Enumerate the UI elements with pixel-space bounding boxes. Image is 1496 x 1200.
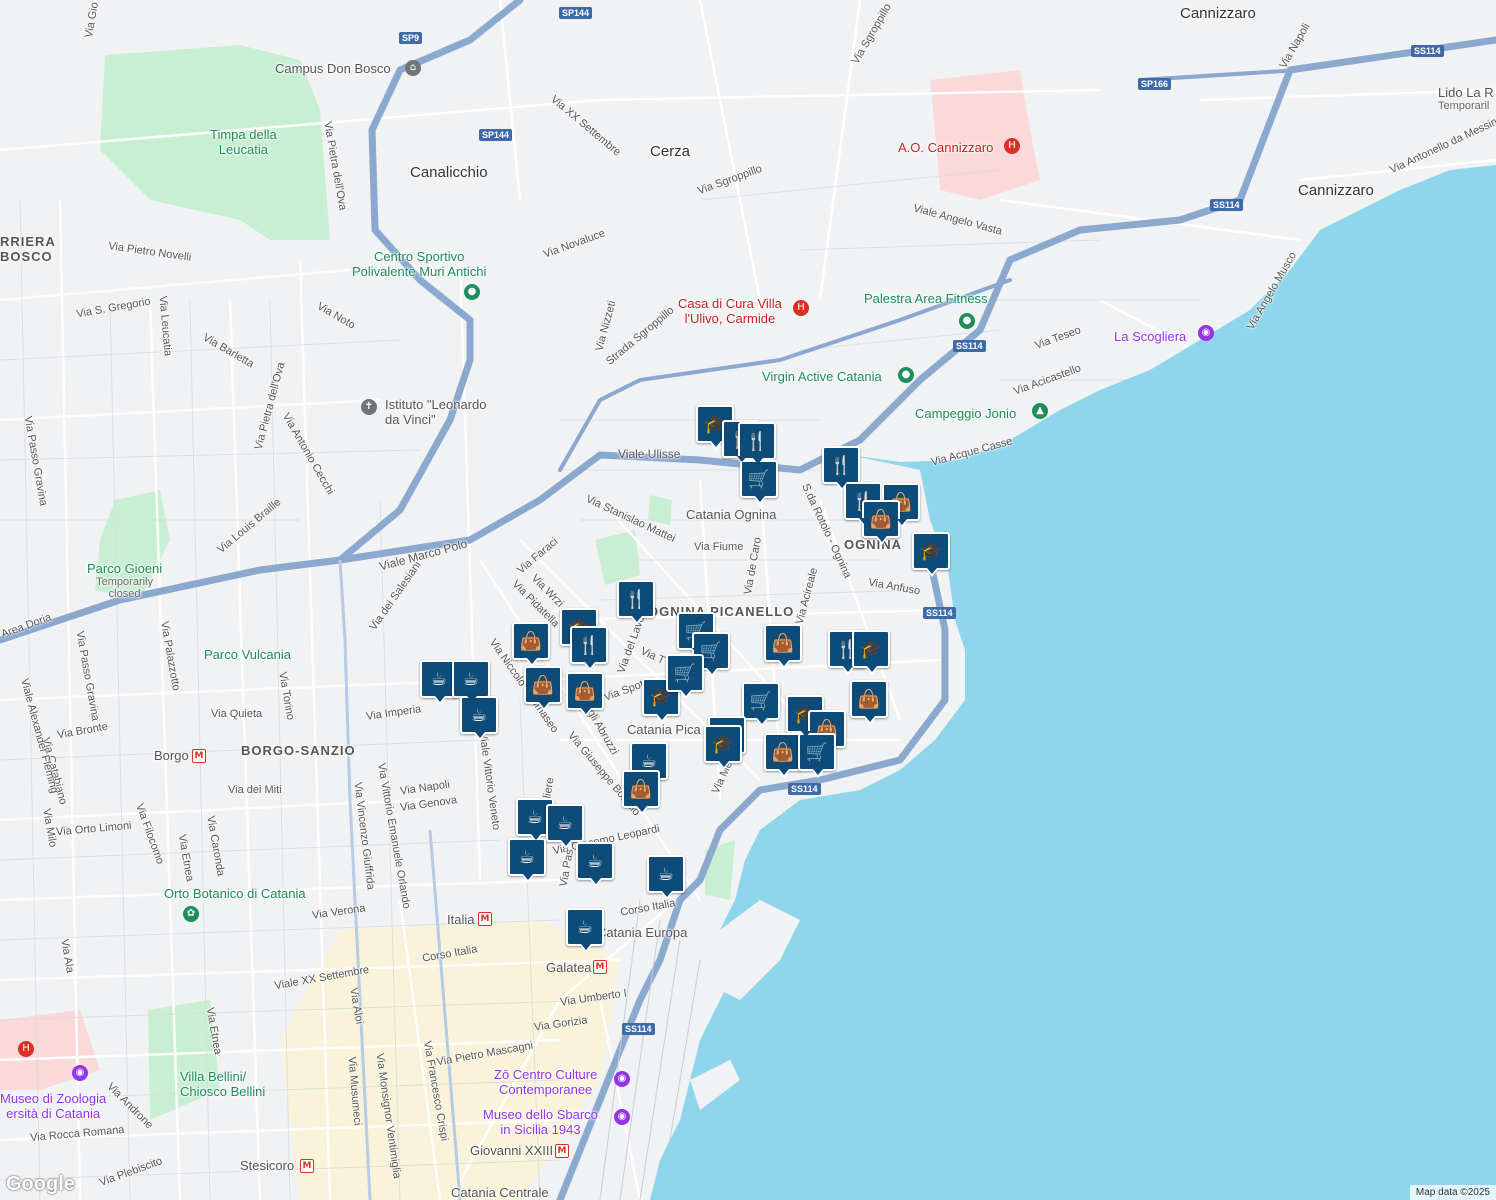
school-icon: 🎓 <box>919 540 943 562</box>
shopping-bag-icon: 👜 <box>869 508 893 530</box>
route-shield: SP144 <box>479 129 513 141</box>
restaurant-marker[interactable]: 🍴 <box>822 446 860 491</box>
campground-icon: ▲ <box>1032 403 1048 419</box>
coffee-icon: ☕ <box>526 806 544 828</box>
route-shield: SP9 <box>399 32 423 44</box>
shopping-bag-marker[interactable]: 👜 <box>566 672 604 717</box>
museum-icon: ◉ <box>614 1109 630 1125</box>
shopping-cart-marker[interactable]: 🛒 <box>742 682 780 727</box>
shopping-bag-marker[interactable]: 👜 <box>850 680 888 725</box>
shopping-cart-icon: 🛒 <box>747 468 771 490</box>
coffee-marker[interactable]: ☕ <box>576 842 614 887</box>
hospital-icon: H <box>793 300 809 316</box>
coffee-icon: ☕ <box>586 850 604 872</box>
school-marker[interactable]: 🎓 <box>912 532 950 577</box>
coffee-marker[interactable]: ☕ <box>460 696 498 741</box>
route-shield: SS114 <box>1210 199 1243 211</box>
metro-icon: M <box>555 1144 569 1158</box>
coffee-marker[interactable]: ☕ <box>452 660 490 705</box>
shopping-bag-icon: 👜 <box>531 674 555 696</box>
hospital-icon: H <box>18 1041 34 1057</box>
map-attribution[interactable]: Map data ©2025 <box>1409 1185 1496 1200</box>
coffee-marker[interactable]: ☕ <box>508 838 546 883</box>
shopping-cart-marker[interactable]: 🛒 <box>666 654 704 699</box>
gym-icon: ● <box>959 313 975 329</box>
shopping-bag-icon: 👜 <box>771 632 795 654</box>
route-shield: SP166 <box>1138 78 1172 90</box>
shopping-cart-marker[interactable]: 🛒 <box>740 460 778 505</box>
route-shield: SS114 <box>953 340 986 352</box>
shopping-bag-icon: 👜 <box>519 630 543 652</box>
route-shield: SS114 <box>622 1023 655 1035</box>
coffee-marker[interactable]: ☕ <box>566 908 604 953</box>
shopping-bag-icon: 👜 <box>857 688 881 710</box>
museum-icon: ◉ <box>72 1065 88 1081</box>
shopping-bag-marker[interactable]: 👜 <box>622 770 660 815</box>
garden-icon: ✿ <box>183 906 199 922</box>
map-canvas[interactable] <box>0 0 1496 1200</box>
restaurant-icon: 🍴 <box>745 430 769 452</box>
coffee-icon: ☕ <box>430 668 448 690</box>
sports-icon: ● <box>464 284 480 300</box>
coffee-icon: ☕ <box>556 812 574 834</box>
shopping-cart-icon: 🛒 <box>749 690 773 712</box>
metro-icon: M <box>192 749 206 763</box>
route-shield: SS114 <box>1411 45 1444 57</box>
restaurant-marker[interactable]: 🍴 <box>617 580 655 625</box>
shopping-cart-icon: 🛒 <box>673 662 697 684</box>
school-icon: ⌂ <box>405 60 421 76</box>
camera-icon: ◉ <box>1198 325 1214 341</box>
shopping-bag-marker[interactable]: 👜 <box>764 624 802 669</box>
google-logo: Google <box>6 1173 75 1195</box>
restaurant-icon: 🍴 <box>829 454 853 476</box>
shopping-bag-icon: 👜 <box>573 680 597 702</box>
route-shield: SS114 <box>788 783 821 795</box>
metro-icon: M <box>593 960 607 974</box>
coffee-marker[interactable]: ☕ <box>546 804 584 849</box>
school-icon: ✝ <box>361 399 377 415</box>
hospital-icon: H <box>1004 138 1020 154</box>
school-marker[interactable]: 🎓 <box>852 630 890 675</box>
coffee-icon: ☕ <box>576 916 594 938</box>
restaurant-icon: 🍴 <box>624 588 648 610</box>
coffee-icon: ☕ <box>640 750 658 772</box>
coffee-icon: ☕ <box>462 668 480 690</box>
shopping-cart-icon: 🛒 <box>805 741 829 763</box>
shopping-bag-marker[interactable]: 👜 <box>764 733 802 778</box>
coffee-icon: ☕ <box>470 704 488 726</box>
shopping-cart-marker[interactable]: 🛒 <box>798 733 836 778</box>
metro-icon: M <box>478 912 492 926</box>
coffee-icon: ☕ <box>518 846 536 868</box>
museum-icon: ◉ <box>614 1071 630 1087</box>
route-shield: SP144 <box>559 7 593 19</box>
coffee-marker[interactable]: ☕ <box>647 855 685 900</box>
gym-icon: ● <box>898 367 914 383</box>
shopping-bag-icon: 👜 <box>771 741 795 763</box>
shopping-bag-marker[interactable]: 👜 <box>524 666 562 711</box>
shopping-bag-marker[interactable]: 👜 <box>512 622 550 667</box>
metro-icon: M <box>300 1159 314 1173</box>
school-icon: 🎓 <box>859 638 883 660</box>
route-shield: SS114 <box>923 607 956 619</box>
coffee-icon: ☕ <box>657 863 675 885</box>
restaurant-marker[interactable]: 🍴 <box>738 422 776 467</box>
